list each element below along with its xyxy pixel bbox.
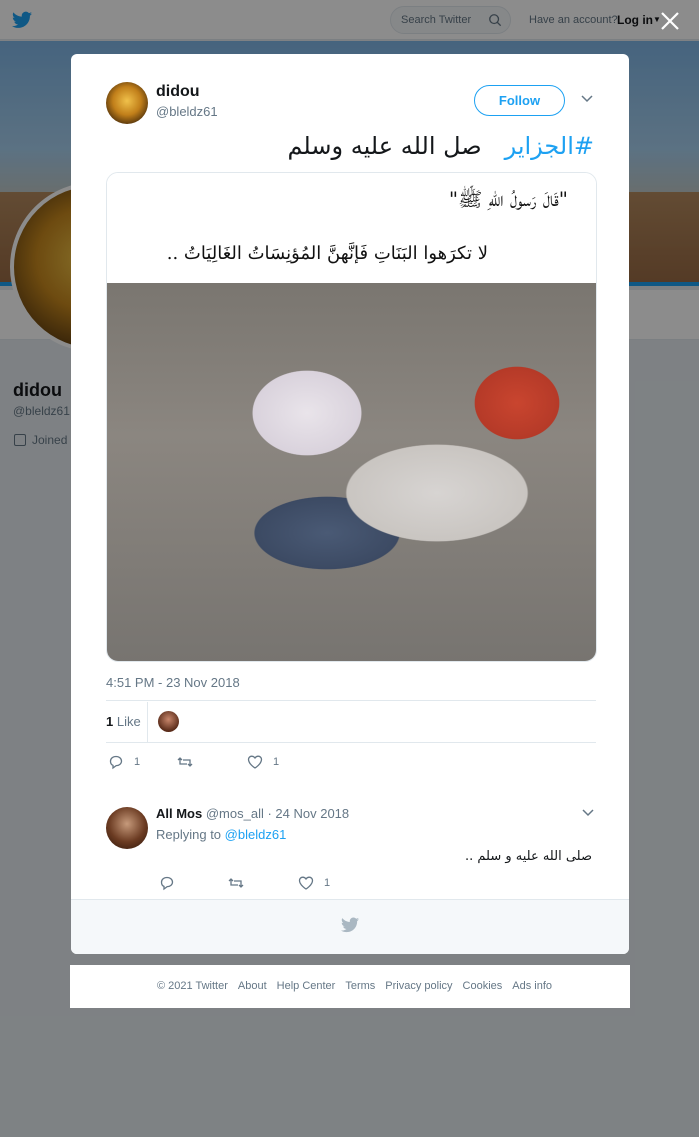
media-caption-line-1: "قَالَ رَسولُ اللهِ ﷺ" bbox=[448, 187, 568, 211]
likes-summary[interactable]: 1 Like bbox=[106, 714, 141, 729]
likes-number: 1 bbox=[106, 714, 114, 729]
reply-text: صلى الله عليه و سلم .. bbox=[464, 849, 592, 864]
footer-link-ads-info[interactable]: Ads info bbox=[512, 980, 552, 992]
tweet-text: #الجزاير صل الله عليه وسلم bbox=[106, 132, 594, 160]
like-action[interactable]: 1 bbox=[247, 754, 279, 770]
divider bbox=[147, 702, 148, 742]
reply-reply-action[interactable] bbox=[159, 875, 175, 891]
replying-to-label: Replying to bbox=[156, 827, 222, 842]
footer-link-cookies[interactable]: Cookies bbox=[463, 980, 503, 992]
heart-icon[interactable] bbox=[298, 875, 314, 891]
heart-icon[interactable] bbox=[247, 754, 263, 770]
reply-icon[interactable] bbox=[108, 754, 124, 770]
likes-label: Like bbox=[116, 714, 141, 729]
retweet-icon[interactable] bbox=[228, 875, 244, 891]
follow-button[interactable]: Follow bbox=[474, 85, 565, 116]
chevron-down-icon[interactable] bbox=[581, 95, 593, 103]
reply-header: All Mos @mos_all · 24 Nov 2018 bbox=[156, 806, 349, 821]
retweet-action[interactable] bbox=[177, 754, 193, 770]
tweet-media-image[interactable]: "قَالَ رَسولُ اللهِ ﷺ" لا تكرَهوا البَنَ… bbox=[106, 172, 597, 662]
reply-like-action[interactable]: 1 bbox=[298, 875, 330, 891]
site-footer: © 2021 Twitter About Help Center Terms P… bbox=[70, 965, 630, 1008]
footer-link-terms[interactable]: Terms bbox=[345, 980, 375, 992]
reply-author-handle[interactable]: @mos_all bbox=[206, 806, 264, 821]
footer-copyright: © 2021 Twitter bbox=[157, 980, 228, 992]
reply-icon[interactable] bbox=[159, 875, 175, 891]
author-avatar[interactable] bbox=[106, 82, 148, 124]
footer-link-privacy[interactable]: Privacy policy bbox=[385, 980, 452, 992]
reply-author-avatar[interactable] bbox=[106, 807, 148, 849]
reply-count: 1 bbox=[134, 756, 141, 768]
liker-avatar[interactable] bbox=[158, 711, 179, 732]
divider bbox=[106, 700, 596, 701]
tweet-body: صل الله عليه وسلم bbox=[287, 132, 482, 160]
reply-retweet-action[interactable] bbox=[228, 875, 244, 891]
twitter-bird-icon bbox=[341, 917, 359, 933]
hashtag-link[interactable]: #الجزاير bbox=[505, 132, 594, 160]
replying-to-handle[interactable]: @bleldz61 bbox=[225, 827, 287, 842]
author-handle[interactable]: @bleldz61 bbox=[156, 104, 218, 119]
footer-links: © 2021 Twitter About Help Center Terms P… bbox=[157, 980, 552, 992]
replying-to: Replying to @bleldz61 bbox=[156, 827, 286, 842]
tweet-modal: didou @bleldz61 Follow #الجزاير صل الله … bbox=[71, 54, 629, 954]
reply-date[interactable]: · 24 Nov 2018 bbox=[267, 806, 349, 821]
chevron-down-icon[interactable] bbox=[582, 809, 594, 817]
reply-action[interactable]: 1 bbox=[108, 754, 140, 770]
footer-link-about[interactable]: About bbox=[238, 980, 267, 992]
modal-footer bbox=[71, 899, 629, 954]
close-icon[interactable] bbox=[659, 10, 681, 32]
like-count: 1 bbox=[273, 756, 280, 768]
media-caption-line-2: لا تكرَهوا البَنَاتِ فَإنَّهنَّ المُؤنِس… bbox=[166, 243, 488, 264]
retweet-icon[interactable] bbox=[177, 754, 193, 770]
author-name[interactable]: didou bbox=[156, 83, 200, 101]
divider bbox=[106, 742, 596, 743]
tweet-timestamp[interactable]: 4:51 PM - 23 Nov 2018 bbox=[106, 675, 240, 690]
footer-link-help-center[interactable]: Help Center bbox=[277, 980, 336, 992]
media-photo bbox=[107, 283, 596, 661]
reply-author-name[interactable]: All Mos bbox=[156, 806, 202, 821]
media-caption: "قَالَ رَسولُ اللهِ ﷺ" لا تكرَهوا البَنَ… bbox=[107, 173, 596, 283]
reply-like-count: 1 bbox=[324, 877, 331, 889]
